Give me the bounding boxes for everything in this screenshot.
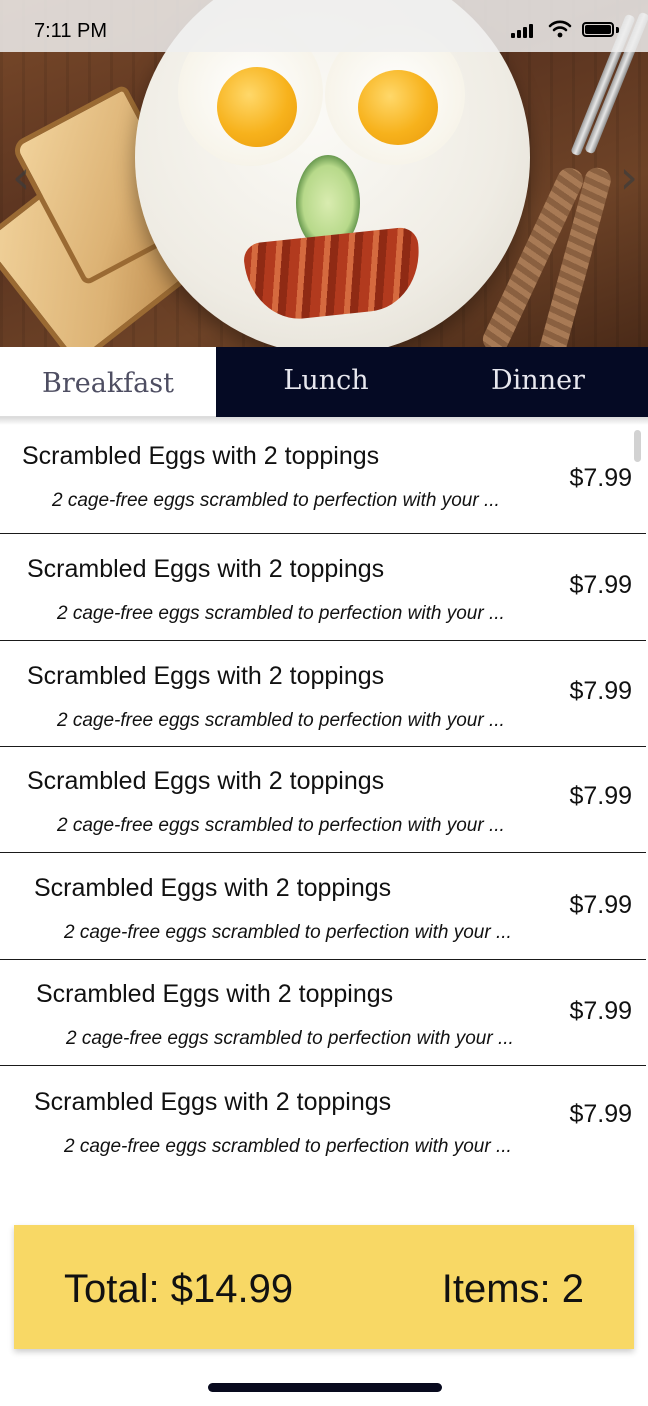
scrollbar[interactable] — [634, 430, 641, 462]
egg-yolk — [217, 67, 297, 147]
chevron-right-icon[interactable]: › — [620, 150, 638, 204]
tab-lunch[interactable]: Lunch — [216, 347, 436, 417]
item-description: 2 cage-free eggs scrambled to perfection… — [64, 922, 512, 943]
item-price: $7.99 — [569, 997, 632, 1025]
item-price: $7.99 — [569, 571, 632, 599]
menu-item[interactable]: Scrambled Eggs with 2 toppings 2 cage-fr… — [0, 535, 646, 641]
home-indicator[interactable] — [208, 1383, 442, 1392]
chevron-left-icon[interactable]: ‹ — [12, 150, 30, 204]
item-name: Scrambled Eggs with 2 toppings — [34, 874, 392, 902]
signal-icon — [511, 24, 537, 38]
item-description: 2 cage-free eggs scrambled to perfection… — [57, 603, 505, 624]
menu-item[interactable]: Scrambled Eggs with 2 toppings 2 cage-fr… — [0, 960, 646, 1066]
menu-item[interactable]: Scrambled Eggs with 2 toppings 2 cage-fr… — [0, 747, 646, 853]
item-name: Scrambled Eggs with 2 toppings — [27, 555, 385, 583]
item-description: 2 cage-free eggs scrambled to perfection… — [57, 815, 505, 836]
menu-item[interactable]: Scrambled Eggs with 2 toppings 2 cage-fr… — [0, 854, 646, 960]
tab-dinner[interactable]: Dinner — [436, 347, 640, 417]
order-total: Total: $14.99 — [64, 1267, 294, 1311]
tab-breakfast[interactable]: Breakfast — [0, 347, 216, 417]
menu-item[interactable]: Scrambled Eggs with 2 toppings 2 cage-fr… — [0, 641, 646, 747]
item-name: Scrambled Eggs with 2 toppings — [27, 662, 385, 690]
battery-tip — [616, 27, 619, 33]
item-price: $7.99 — [569, 464, 632, 492]
status-time: 7:11 PM — [34, 20, 107, 42]
item-count: Items: 2 — [441, 1267, 584, 1311]
wifi-icon — [548, 20, 572, 38]
menu-item[interactable]: Scrambled Eggs with 2 toppings 2 cage-fr… — [0, 1066, 646, 1172]
item-description: 2 cage-free eggs scrambled to perfection… — [52, 490, 500, 511]
item-name: Scrambled Eggs with 2 toppings — [36, 980, 394, 1008]
item-name: Scrambled Eggs with 2 toppings — [22, 442, 380, 470]
meal-tabs: Breakfast Lunch Dinner — [0, 347, 648, 417]
hero-image[interactable]: ‹ › — [0, 0, 648, 347]
item-description: 2 cage-free eggs scrambled to perfection… — [64, 1136, 512, 1157]
status-bar: 7:11 PM — [0, 0, 648, 52]
menu-item[interactable]: Scrambled Eggs with 2 toppings 2 cage-fr… — [0, 428, 646, 534]
item-price: $7.99 — [569, 782, 632, 810]
item-price: $7.99 — [569, 891, 632, 919]
item-name: Scrambled Eggs with 2 toppings — [27, 767, 385, 795]
item-price: $7.99 — [569, 1100, 632, 1128]
item-name: Scrambled Eggs with 2 toppings — [34, 1088, 392, 1116]
item-description: 2 cage-free eggs scrambled to perfection… — [66, 1028, 514, 1049]
item-description: 2 cage-free eggs scrambled to perfection… — [57, 710, 505, 731]
battery-icon — [582, 22, 614, 37]
item-price: $7.99 — [569, 677, 632, 705]
menu-list[interactable]: Scrambled Eggs with 2 toppings 2 cage-fr… — [0, 418, 648, 1208]
egg-yolk — [358, 70, 438, 145]
order-summary-bar[interactable]: Total: $14.99 Items: 2 — [14, 1225, 634, 1349]
